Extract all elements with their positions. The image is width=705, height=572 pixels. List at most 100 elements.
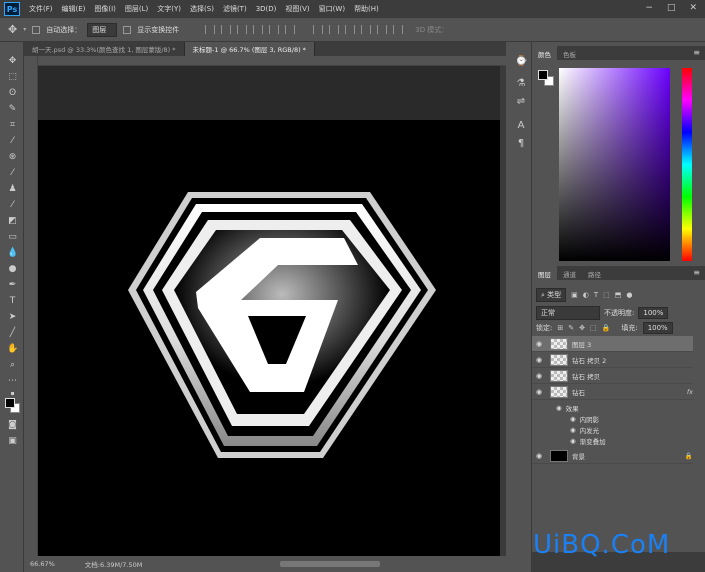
distribute-left-icon[interactable] — [361, 25, 372, 34]
visibility-eye-icon[interactable]: ◉ — [532, 356, 546, 364]
fill-input[interactable]: 100% — [642, 322, 673, 334]
menu-image[interactable]: 图像(I) — [94, 4, 116, 14]
visibility-eye-icon[interactable]: ◉ — [570, 415, 576, 423]
layer-fx-icon[interactable]: fx — [687, 388, 693, 396]
canvas-area[interactable] — [38, 66, 500, 556]
visibility-eye-icon[interactable]: ◉ — [532, 372, 546, 380]
lock-all-icon[interactable]: 🔒 — [602, 324, 611, 332]
layer-row[interactable]: ◉ 钻石 拷贝 — [532, 368, 693, 384]
eyedropper-tool-icon[interactable]: ⁄ — [7, 136, 18, 147]
lock-position-icon[interactable]: ✥ — [579, 324, 585, 332]
close-button[interactable]: ✕ — [689, 3, 697, 13]
properties-panel-icon[interactable]: ⚗ — [515, 78, 527, 90]
filter-toggle-icon[interactable]: ● — [626, 291, 632, 299]
zoom-level[interactable]: 66.67% — [30, 560, 55, 568]
brush-tool-icon[interactable]: ⁄ — [7, 168, 18, 179]
eraser-tool-icon[interactable]: ◩ — [7, 216, 18, 227]
tab-swatches[interactable]: 色板 — [557, 46, 582, 60]
layer-row[interactable]: ◉ 图层 3 — [532, 336, 693, 352]
lasso-tool-icon[interactable]: ʘ — [7, 88, 18, 99]
menu-type[interactable]: 文字(Y) — [157, 4, 181, 14]
vertical-scrollbar[interactable] — [500, 66, 506, 556]
horizontal-scrollbar[interactable] — [280, 561, 380, 567]
effects-group[interactable]: ◉ 效果 — [556, 402, 579, 413]
visibility-eye-icon[interactable]: ◉ — [532, 340, 546, 348]
crop-tool-icon[interactable]: ⌗ — [7, 120, 18, 131]
show-transform-checkbox[interactable] — [123, 25, 132, 34]
menu-edit[interactable]: 编辑(E) — [62, 4, 86, 14]
quick-mask-icon[interactable]: ◙ — [7, 420, 18, 431]
auto-select-target-dropdown[interactable]: 图层 — [87, 22, 118, 37]
zoom-tool-icon[interactable]: ⌕ — [7, 360, 18, 371]
distribute-hcenter-icon[interactable] — [377, 25, 388, 34]
maximize-button[interactable]: □ — [667, 3, 676, 13]
layer-row-background[interactable]: ◉ 背景 🔒 — [532, 448, 693, 464]
menu-file[interactable]: 文件(F) — [29, 4, 53, 14]
adjustments-panel-icon[interactable]: ⇌ — [515, 96, 527, 108]
minimize-button[interactable]: − — [645, 3, 653, 13]
distribute-vcenter-icon[interactable] — [329, 25, 340, 34]
tool-preset-dropdown[interactable]: ▾ — [23, 26, 26, 33]
align-top-icon[interactable] — [205, 25, 216, 34]
auto-select-checkbox[interactable] — [32, 25, 41, 34]
hue-slider[interactable] — [682, 68, 692, 261]
align-right-icon[interactable] — [285, 25, 296, 34]
filter-pixel-icon[interactable]: ▣ — [571, 291, 578, 299]
effect-item[interactable]: ◉ 内发光 — [570, 424, 599, 435]
tab-layers[interactable]: 图层 — [532, 266, 557, 280]
path-select-tool-icon[interactable]: ➤ — [7, 312, 18, 323]
filter-adjust-icon[interactable]: ◐ — [583, 291, 589, 299]
pen-tool-icon[interactable]: ✒ — [7, 280, 18, 291]
panel-menu-icon[interactable]: ≡ — [693, 268, 700, 277]
gradient-tool-icon[interactable]: ▭ — [7, 232, 18, 243]
blend-mode-dropdown[interactable]: 正常 — [536, 306, 600, 320]
layer-row[interactable]: ◉ 钻石 拷贝 2 — [532, 352, 693, 368]
menu-view[interactable]: 视图(V) — [285, 4, 309, 14]
tab-paths[interactable]: 路径 — [582, 266, 607, 280]
visibility-eye-icon[interactable]: ◉ — [532, 388, 546, 396]
tab-document-1[interactable]: 胡一天.psd @ 33.3%(颜色查找 1, 图层蒙版/8) * — [24, 42, 185, 56]
menu-select[interactable]: 选择(S) — [190, 4, 214, 14]
distribute-bottom-icon[interactable] — [345, 25, 356, 34]
lock-image-icon[interactable]: ✎ — [568, 324, 574, 332]
layer-name[interactable]: 图层 3 — [572, 339, 591, 349]
align-vcenter-icon[interactable] — [221, 25, 232, 34]
healing-brush-tool-icon[interactable]: ⊛ — [7, 152, 18, 163]
hand-tool-icon[interactable]: ✋ — [7, 344, 18, 355]
menu-layer[interactable]: 图层(L) — [125, 4, 148, 14]
filter-smart-icon[interactable]: ⬒ — [615, 291, 622, 299]
lock-transparent-icon[interactable]: ⊞ — [557, 324, 563, 332]
layer-name[interactable]: 钻石 拷贝 2 — [572, 355, 606, 365]
line-tool-icon[interactable]: ╱ — [7, 328, 18, 339]
layer-filter-dropdown[interactable]: ⌕ 类型 — [536, 288, 567, 302]
tab-channels[interactable]: 通道 — [557, 266, 582, 280]
paragraph-panel-icon[interactable]: ¶ — [515, 138, 527, 150]
tab-document-2[interactable]: 未标题-1 @ 66.7% (图层 3, RGB/8) * — [184, 42, 315, 56]
distribute-right-icon[interactable] — [393, 25, 404, 34]
visibility-eye-icon[interactable]: ◉ — [570, 426, 576, 434]
layer-name[interactable]: 钻石 — [572, 387, 585, 397]
layer-name[interactable]: 背景 — [572, 451, 585, 461]
history-brush-tool-icon[interactable]: ⁄ — [7, 200, 18, 211]
visibility-eye-icon[interactable]: ◉ — [570, 437, 576, 445]
visibility-eye-icon[interactable]: ◉ — [532, 452, 546, 460]
layer-name[interactable]: 钻石 拷贝 — [572, 371, 600, 381]
panel-menu-icon[interactable]: ≡ — [693, 48, 700, 57]
filter-type-icon[interactable]: T — [594, 291, 598, 299]
menu-help[interactable]: 帮助(H) — [354, 4, 379, 14]
distribute-top-icon[interactable] — [313, 25, 324, 34]
history-panel-icon[interactable]: ⌚ — [515, 56, 527, 68]
effect-item[interactable]: ◉ 内阴影 — [570, 413, 599, 424]
menu-3d[interactable]: 3D(D) — [256, 5, 277, 13]
layer-row[interactable]: ◉ 钻石 fx — [532, 384, 693, 400]
document-canvas[interactable] — [38, 120, 500, 556]
align-left-icon[interactable] — [253, 25, 264, 34]
align-hcenter-icon[interactable] — [269, 25, 280, 34]
clone-stamp-tool-icon[interactable]: ♟ — [7, 184, 18, 195]
more-tools-icon[interactable]: ⋯ — [7, 376, 18, 387]
type-tool-icon[interactable]: T — [7, 296, 18, 307]
tab-color[interactable]: 颜色 — [532, 46, 557, 60]
quick-select-tool-icon[interactable]: ✎ — [7, 104, 18, 115]
move-tool-icon[interactable]: ✥ — [7, 56, 18, 67]
menu-window[interactable]: 窗口(W) — [319, 4, 345, 14]
